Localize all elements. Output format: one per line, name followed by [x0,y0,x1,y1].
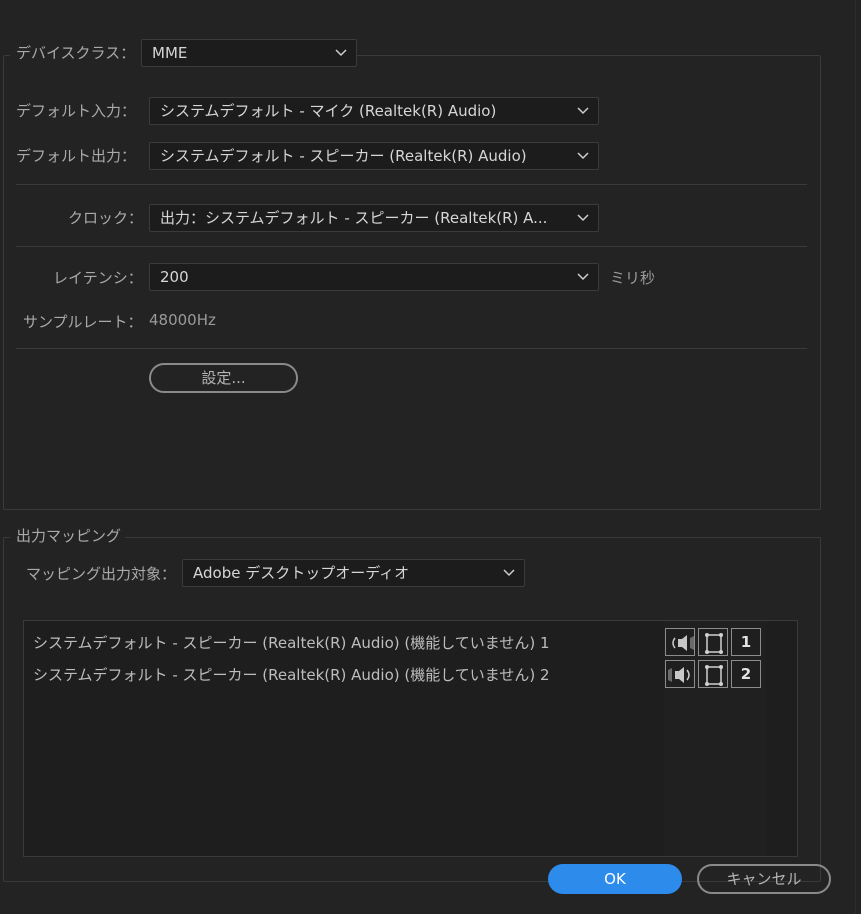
channel-number[interactable]: 2 [731,660,761,688]
mapping-section-title: 出力マッピング [16,527,122,545]
default-output-label: デフォルト出力： [16,147,137,165]
channel-matrix-icon[interactable] [698,628,728,656]
mapping-target-value: Adobe デスクトップオーディオ [193,564,410,582]
default-input-value: システムデフォルト - マイク (Realtek(R) Audio) [160,102,497,120]
chevron-down-icon [577,214,589,222]
chevron-down-icon [577,152,589,160]
default-output-select[interactable]: システムデフォルト - スピーカー (Realtek(R) Audio) [149,142,599,170]
default-input-label: デフォルト入力： [16,102,137,120]
mapping-target-label: マッピング出力対象： [26,565,177,583]
list-item[interactable]: システムデフォルト - スピーカー (Realtek(R) Audio) (機能… [33,664,550,685]
speaker-right-icon[interactable] [665,660,695,688]
device-class-label: デバイスクラス： [16,44,136,62]
latency-label: レイテンシ： [53,269,143,287]
device-class-select[interactable]: MME [141,39,357,67]
latency-unit: ミリ秒 [610,269,656,287]
list-item[interactable]: システムデフォルト - スピーカー (Realtek(R) Audio) (機能… [33,632,550,653]
speaker-left-icon[interactable] [665,628,695,656]
samplerate-value: 48000Hz [149,311,216,329]
ok-button[interactable]: OK [548,864,682,894]
cancel-button[interactable]: キャンセル [697,864,831,894]
latency-value: 200 [160,268,189,286]
clock-select[interactable]: 出力：システムデフォルト - スピーカー (Realtek(R) A... [149,204,599,232]
samplerate-label: サンプルレート： [23,313,143,331]
device-class-value: MME [152,44,188,62]
chevron-down-icon [577,107,589,115]
latency-select[interactable]: 200 [149,263,599,291]
channel-matrix-icon[interactable] [698,660,728,688]
separator [16,184,807,185]
window-edge [855,0,856,914]
clock-label: クロック： [68,209,144,227]
chevron-down-icon [577,273,589,281]
settings-button[interactable]: 設定... [149,363,298,393]
clock-value: 出力：システムデフォルト - スピーカー (Realtek(R) A... [160,209,548,227]
chevron-down-icon [335,49,347,57]
separator [16,348,807,349]
mapping-target-select[interactable]: Adobe デスクトップオーディオ [182,559,525,587]
default-input-select[interactable]: システムデフォルト - マイク (Realtek(R) Audio) [149,97,599,125]
separator [16,246,807,247]
default-output-value: システムデフォルト - スピーカー (Realtek(R) Audio) [160,147,527,165]
channel-number[interactable]: 1 [731,628,761,656]
chevron-down-icon [503,569,515,577]
